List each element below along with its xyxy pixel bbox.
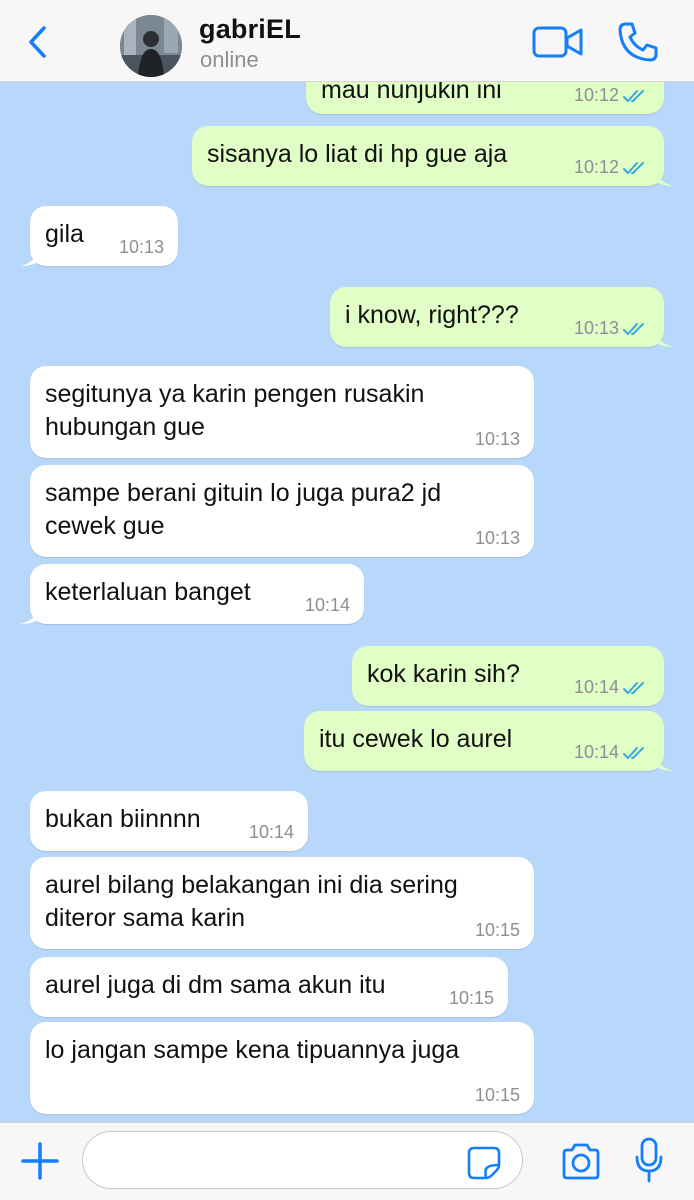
sticker-icon: [467, 1146, 501, 1180]
message-meta: 10:13: [475, 429, 520, 450]
message-meta: 10:13: [119, 237, 164, 258]
message-bubble-incoming[interactable]: gila 10:13: [20, 206, 178, 266]
message-bubble-incoming[interactable]: segitunya ya karin pengen rusakin hubung…: [30, 366, 534, 458]
voice-call-button[interactable]: [616, 20, 660, 64]
message-time: 10:15: [448, 988, 494, 1008]
message-meta: 10:15: [449, 988, 494, 1009]
message-time: 10:13: [573, 318, 619, 338]
message-text: segitunya ya karin pengen rusakin hubung…: [45, 380, 425, 441]
video-camera-icon: [532, 26, 583, 58]
message-meta: 10:12: [574, 85, 652, 106]
camera-button[interactable]: [560, 1143, 602, 1181]
bubble-tail: [20, 244, 42, 266]
message-meta: 10:13: [574, 318, 652, 339]
message-bubble-incoming[interactable]: lo jangan sampe kena tipuannya juga 10:1…: [30, 1022, 534, 1114]
camera-icon: [562, 1143, 600, 1180]
chat-area[interactable]: mau nunjukin ini 10:12 sisanya lo liat d…: [0, 82, 694, 1122]
message-text: aurel bilang belakangan ini dia sering d…: [45, 871, 458, 932]
chat-header: gabriEL online: [0, 0, 694, 82]
message-bubble-incoming[interactable]: aurel juga di dm sama akun itu 10:15: [30, 957, 508, 1017]
phone-icon: [618, 22, 658, 62]
avatar[interactable]: [120, 15, 182, 77]
bubble-tail: [652, 325, 674, 347]
message-time: 10:12: [573, 85, 619, 105]
message-bubble-outgoing[interactable]: itu cewek lo aurel 10:14: [304, 711, 674, 771]
bubble-tail: [20, 602, 42, 624]
message-time: 10:14: [248, 822, 294, 842]
message-meta: 10:14: [574, 742, 652, 763]
contact-status: online: [200, 47, 259, 72]
message-meta: 10:14: [305, 595, 350, 616]
bubble-tail: [652, 164, 674, 186]
message-meta: 10:15: [475, 920, 520, 941]
microphone-icon: [635, 1137, 663, 1183]
message-time: 10:13: [118, 237, 164, 257]
read-receipt-icon: [623, 161, 644, 174]
plus-icon: [21, 1142, 59, 1180]
message-time: 10:15: [474, 920, 520, 940]
message-meta: 10:12: [574, 157, 652, 178]
message-text: aurel juga di dm sama akun itu: [45, 971, 386, 999]
message-time: 10:14: [573, 677, 619, 697]
microphone-button[interactable]: [634, 1137, 664, 1185]
attach-button[interactable]: [20, 1141, 60, 1181]
message-time: 10:13: [474, 429, 520, 449]
message-time: 10:15: [474, 1085, 520, 1105]
message-bubble-outgoing[interactable]: kok karin sih? 10:14: [352, 646, 664, 706]
message-bubble-incoming[interactable]: sampe berani gituin lo juga pura2 jd cew…: [30, 465, 534, 557]
message-meta: 10:15: [475, 1085, 520, 1106]
message-time: 10:14: [304, 595, 350, 615]
back-button[interactable]: [22, 22, 54, 62]
message-bubble-outgoing[interactable]: mau nunjukin ini 10:12: [306, 82, 664, 114]
read-receipt-icon: [623, 681, 644, 694]
contact-name[interactable]: gabriEL: [199, 14, 301, 45]
sticker-button[interactable]: [466, 1145, 502, 1181]
message-meta: 10:14: [574, 677, 652, 698]
read-receipt-icon: [623, 89, 644, 102]
message-time: 10:13: [474, 528, 520, 548]
message-text: lo jangan sampe kena tipuannya juga: [45, 1036, 460, 1064]
video-call-button[interactable]: [532, 24, 584, 60]
message-text: keterlaluan banget: [45, 578, 251, 606]
message-input[interactable]: [82, 1131, 523, 1189]
read-receipt-icon: [623, 746, 644, 759]
message-time: 10:12: [573, 157, 619, 177]
message-text: sampe berani gituin lo juga pura2 jd cew…: [45, 479, 442, 540]
message-input-bar: [0, 1122, 694, 1200]
message-bubble-outgoing[interactable]: i know, right??? 10:13: [330, 287, 674, 347]
message-bubble-outgoing[interactable]: sisanya lo liat di hp gue aja 10:12: [192, 126, 674, 186]
message-time: 10:14: [573, 742, 619, 762]
read-receipt-icon: [623, 322, 644, 335]
message-meta: 10:14: [249, 822, 294, 843]
message-bubble-incoming[interactable]: bukan biinnnn 10:14: [30, 791, 308, 851]
message-meta: 10:13: [475, 528, 520, 549]
chevron-left-icon: [29, 26, 46, 58]
message-bubble-incoming[interactable]: keterlaluan banget 10:14: [20, 564, 364, 624]
bubble-tail: [652, 749, 674, 771]
message-bubble-incoming[interactable]: aurel bilang belakangan ini dia sering d…: [30, 857, 534, 949]
